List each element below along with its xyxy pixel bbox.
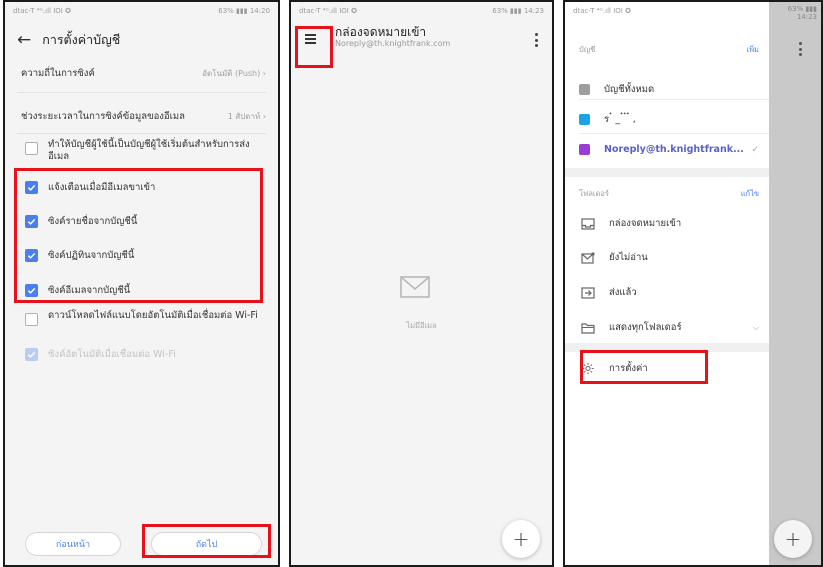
edit-folders-link[interactable]: แก้ไข bbox=[741, 188, 759, 200]
previous-button[interactable]: ก่อนหน้า bbox=[25, 532, 121, 556]
sync-period-label: ช่วงระยะเวลาในการซิงค์ข้อมูลของอีเมล bbox=[21, 111, 185, 122]
battery-clock: 63% ▮▮▮ 14:20 bbox=[218, 7, 270, 15]
folder-label: กล่องจดหมายเข้า bbox=[609, 218, 682, 229]
sync-period-row[interactable]: ช่วงระยะเวลาในการซิงค์ข้อมูลของอีเมล 1 ส… bbox=[21, 109, 266, 124]
navigation-drawer: dtac-T ⁴ᴳ.ıll IOI ✪ บัญชี เพิ่ม บัญชีทั้… bbox=[565, 2, 769, 565]
navigation-drawer-screen: dtac-T ⁴ᴳ.ıll IOI ✪ บัญชี เพิ่ม บัญชีทั้… bbox=[563, 0, 823, 567]
inbox-icon bbox=[581, 217, 595, 230]
annotation-highlight-settings bbox=[580, 350, 708, 384]
auto-sync-wifi-checkbox bbox=[25, 348, 38, 361]
drawer-scrim[interactable]: 63% ▮▮▮ 14:23 + bbox=[769, 2, 821, 565]
settings-header: ← การตั้งค่าบัญชี bbox=[5, 20, 278, 60]
account-email: Noreply@th.knightfrank.com bbox=[335, 39, 451, 48]
add-account-link[interactable]: เพิ่ม bbox=[747, 44, 759, 56]
carrier-signal: dtac-T ⁴ᴳ.ıll IOI ✪ bbox=[573, 7, 631, 15]
back-arrow-icon[interactable]: ← bbox=[17, 31, 31, 49]
folders-section-header: โฟลเดอร์ แก้ไข bbox=[579, 188, 759, 200]
account-settings-screen: dtac-T ⁴ᴳ.ıll IOI ✪ 63% ▮▮▮ 14:20 ← การต… bbox=[3, 0, 280, 567]
sync-frequency-label: ความถี่ในการซิงค์ bbox=[21, 68, 95, 79]
auto-download-label: ดาวน์โหลดไฟล์แนบโดยอัตโนมัติเมื่อเชื่อมต… bbox=[48, 310, 258, 321]
empty-state-text: ไม่มีอีเมล bbox=[406, 321, 437, 330]
annotation-highlight-menu bbox=[295, 26, 333, 68]
page-title: การตั้งค่าบัญชี bbox=[42, 32, 121, 47]
account-item-all[interactable]: บัญชีทั้งหมด bbox=[579, 82, 759, 97]
folder-label: ยังไม่อ่าน bbox=[609, 252, 648, 263]
divider bbox=[579, 99, 769, 100]
account-label: Noreply@th.knightfrank... bbox=[604, 144, 744, 155]
envelope-icon bbox=[400, 276, 430, 298]
account-item-knightfrank[interactable]: Noreply@th.knightfrank... ✓ bbox=[579, 144, 759, 155]
folders-header-label: โฟลเดอร์ bbox=[579, 189, 609, 198]
account-color-swatch bbox=[579, 114, 590, 125]
auto-sync-wifi-label: ซิงค์อัตโนมัติเมื่อเชื่อมต่อ Wi-Fi bbox=[48, 349, 176, 360]
status-bar: dtac-T ⁴ᴳ.ıll IOI ✪ 63% ▮▮▮ 14:23 bbox=[291, 2, 552, 20]
folder-item-unread[interactable]: ยังไม่อ่าน bbox=[581, 250, 759, 265]
more-vertical-icon[interactable] bbox=[534, 33, 538, 47]
carrier-signal: dtac-T ⁴ᴳ.ıll IOI ✪ bbox=[299, 7, 357, 15]
compose-button[interactable]: + bbox=[774, 520, 812, 558]
auto-sync-wifi-option: ซิงค์อัตโนมัติเมื่อเชื่อมต่อ Wi-Fi bbox=[25, 347, 266, 362]
accounts-header-label: บัญชี bbox=[579, 45, 596, 54]
default-account-option[interactable]: ทำให้บัญชีผู้ใช้นี้เป็นบัญชีผู้ใช้เริ่มต… bbox=[25, 139, 266, 163]
auto-download-checkbox[interactable] bbox=[25, 313, 38, 326]
folder-item-show-all[interactable]: แสดงทุกโฟลเดอร์ ⌵ bbox=[581, 320, 759, 335]
folder-item-inbox[interactable]: กล่องจดหมายเข้า bbox=[581, 216, 759, 231]
inbox-screen: dtac-T ⁴ᴳ.ıll IOI ✪ 63% ▮▮▮ 14:23 กล่องจ… bbox=[289, 0, 554, 567]
battery-clock: 63% ▮▮▮ 14:23 bbox=[787, 5, 817, 21]
compose-button[interactable]: + bbox=[502, 520, 540, 558]
chevron-down-icon[interactable]: ⌵ bbox=[753, 323, 759, 333]
sync-frequency-value: อัตโนมัติ (Push) › bbox=[202, 69, 266, 78]
account-color-swatch bbox=[579, 84, 590, 95]
sync-frequency-row[interactable]: ความถี่ในการซิงค์ อัตโนมัติ (Push) › bbox=[21, 66, 266, 81]
selected-check-icon: ✓ bbox=[751, 144, 759, 155]
battery-clock: 63% ▮▮▮ 14:23 bbox=[492, 7, 544, 15]
divider bbox=[17, 92, 266, 93]
account-label: ร ๋ _ ๋ ๋ ๋ , bbox=[604, 114, 636, 125]
account-item-personal[interactable]: ร ๋ _ ๋ ๋ ๋ , bbox=[579, 112, 759, 127]
divider bbox=[17, 133, 266, 134]
annotation-highlight-sync-options bbox=[14, 168, 263, 303]
folder-label: ส่งแล้ว bbox=[609, 287, 637, 298]
section-divider bbox=[565, 168, 769, 177]
account-label: บัญชีทั้งหมด bbox=[604, 84, 655, 95]
sync-period-value: 1 สัปดาห์ › bbox=[227, 112, 266, 121]
folder-label: แสดงทุกโฟลเดอร์ bbox=[609, 322, 682, 333]
status-bar: dtac-T ⁴ᴳ.ıll IOI ✪ bbox=[565, 2, 769, 20]
auto-download-attachments-option[interactable]: ดาวน์โหลดไฟล์แนบโดยอัตโนมัติเมื่อเชื่อมต… bbox=[25, 310, 266, 326]
accounts-section-header: บัญชี เพิ่ม bbox=[579, 44, 759, 56]
folder-icon bbox=[581, 322, 595, 334]
divider bbox=[579, 133, 769, 134]
status-bar: dtac-T ⁴ᴳ.ıll IOI ✪ 63% ▮▮▮ 14:20 bbox=[5, 2, 278, 20]
carrier-signal: dtac-T ⁴ᴳ.ıll IOI ✪ bbox=[13, 7, 71, 15]
more-vertical-icon bbox=[798, 42, 802, 56]
annotation-highlight-next bbox=[142, 524, 271, 558]
unread-mail-icon bbox=[581, 251, 595, 264]
folder-item-sent[interactable]: ส่งแล้ว bbox=[581, 285, 759, 300]
sent-icon bbox=[581, 286, 595, 299]
default-account-checkbox[interactable] bbox=[25, 142, 38, 155]
default-account-label: ทำให้บัญชีผู้ใช้นี้เป็นบัญชีผู้ใช้เริ่มต… bbox=[48, 139, 250, 162]
account-color-swatch bbox=[579, 144, 590, 155]
